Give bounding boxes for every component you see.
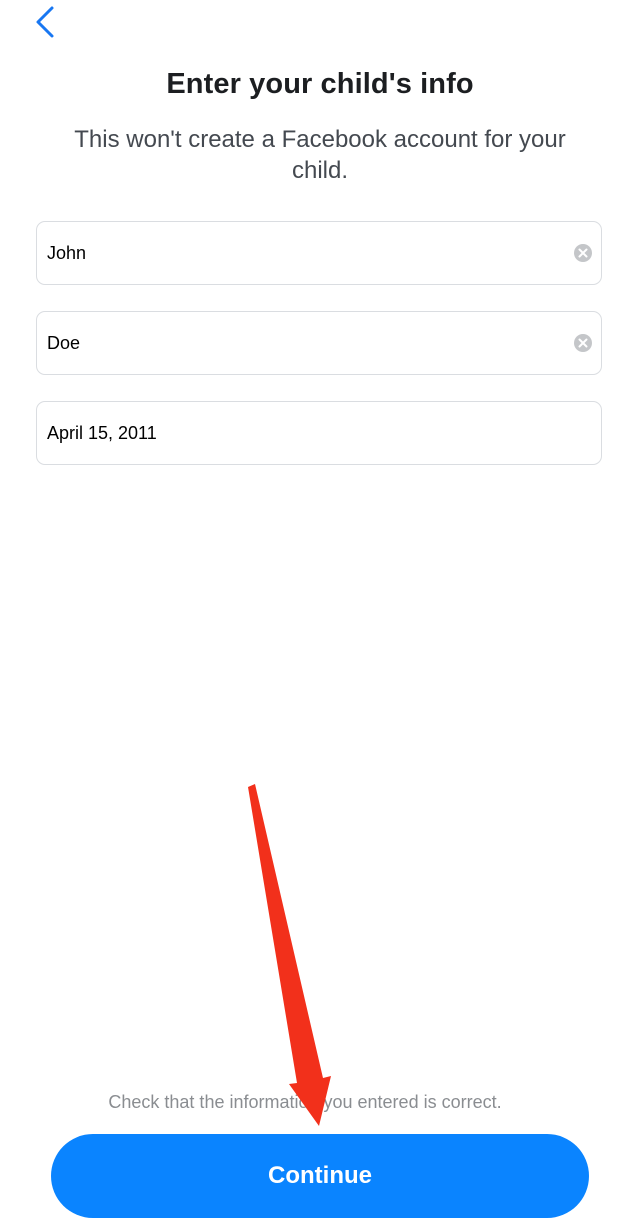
last-name-value[interactable]: Doe (47, 333, 573, 354)
first-name-value[interactable]: John (47, 243, 573, 264)
birthday-field[interactable]: April 15, 2011 (36, 401, 602, 465)
clear-icon[interactable] (573, 333, 593, 353)
child-info-screen: Enter your child's info This won't creat… (0, 0, 640, 1229)
last-name-field[interactable]: Doe (36, 311, 602, 375)
verification-hint: Check that the information you entered i… (108, 1092, 502, 1112)
continue-button[interactable]: Continue (51, 1134, 589, 1218)
birthday-value[interactable]: April 15, 2011 (47, 423, 601, 444)
back-button[interactable] (26, 2, 66, 42)
chevron-left-icon (36, 6, 54, 38)
page-subtitle: This won't create a Facebook account for… (74, 126, 566, 184)
first-name-field[interactable]: John (36, 221, 602, 285)
page-title: Enter your child's info (166, 68, 474, 100)
clear-icon[interactable] (573, 243, 593, 263)
